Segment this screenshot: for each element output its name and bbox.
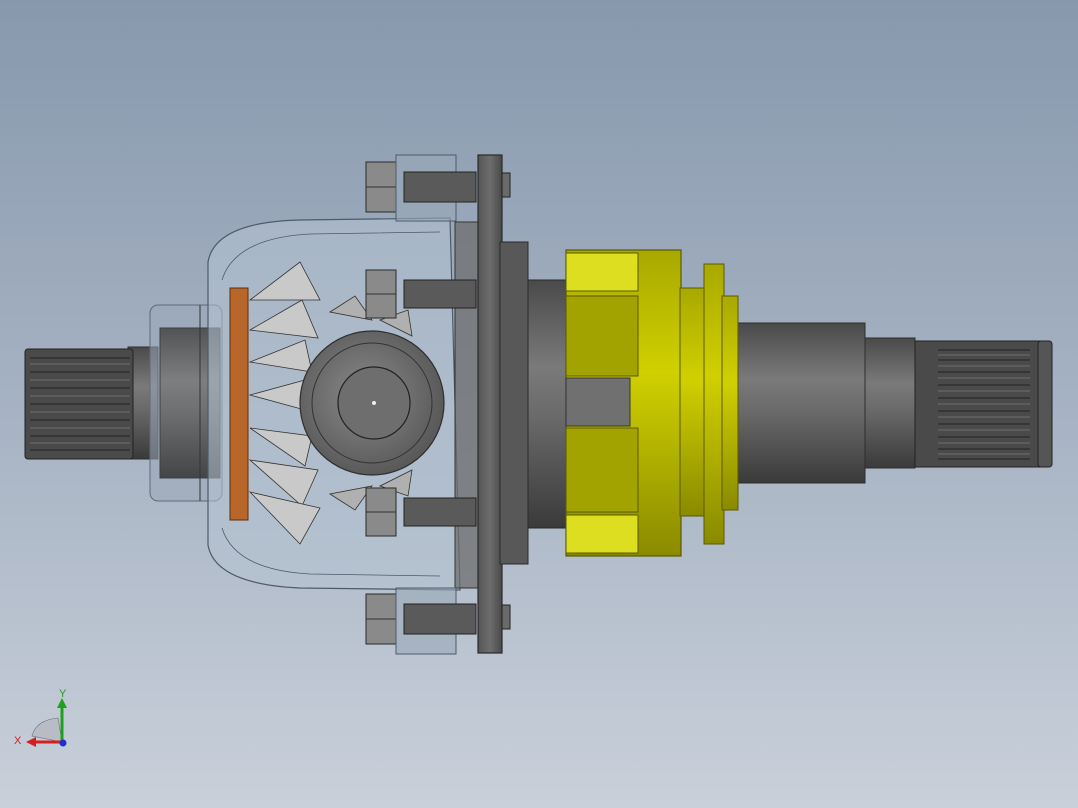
z-axis-dot — [59, 739, 67, 747]
y-axis-label: Y — [59, 688, 67, 700]
right-spline — [914, 340, 1053, 468]
right-output-shaft[interactable] — [734, 322, 1053, 484]
left-spline — [24, 348, 134, 460]
side-gear-hub[interactable] — [299, 330, 445, 476]
left-output-shaft[interactable] — [24, 346, 159, 460]
cad-viewport[interactable]: Y X — [0, 0, 1078, 808]
ring-gear-edge[interactable] — [229, 287, 249, 521]
differential-model[interactable] — [0, 0, 1078, 808]
x-axis-label: X — [14, 735, 22, 747]
triad-arc — [31, 717, 63, 743]
coordinate-triad: Y X — [14, 688, 67, 747]
housing-flange[interactable] — [454, 154, 529, 654]
dog-clutch[interactable] — [565, 249, 739, 557]
flange-bolt-1[interactable] — [365, 154, 477, 222]
flange-bolt-4[interactable] — [365, 587, 477, 655]
